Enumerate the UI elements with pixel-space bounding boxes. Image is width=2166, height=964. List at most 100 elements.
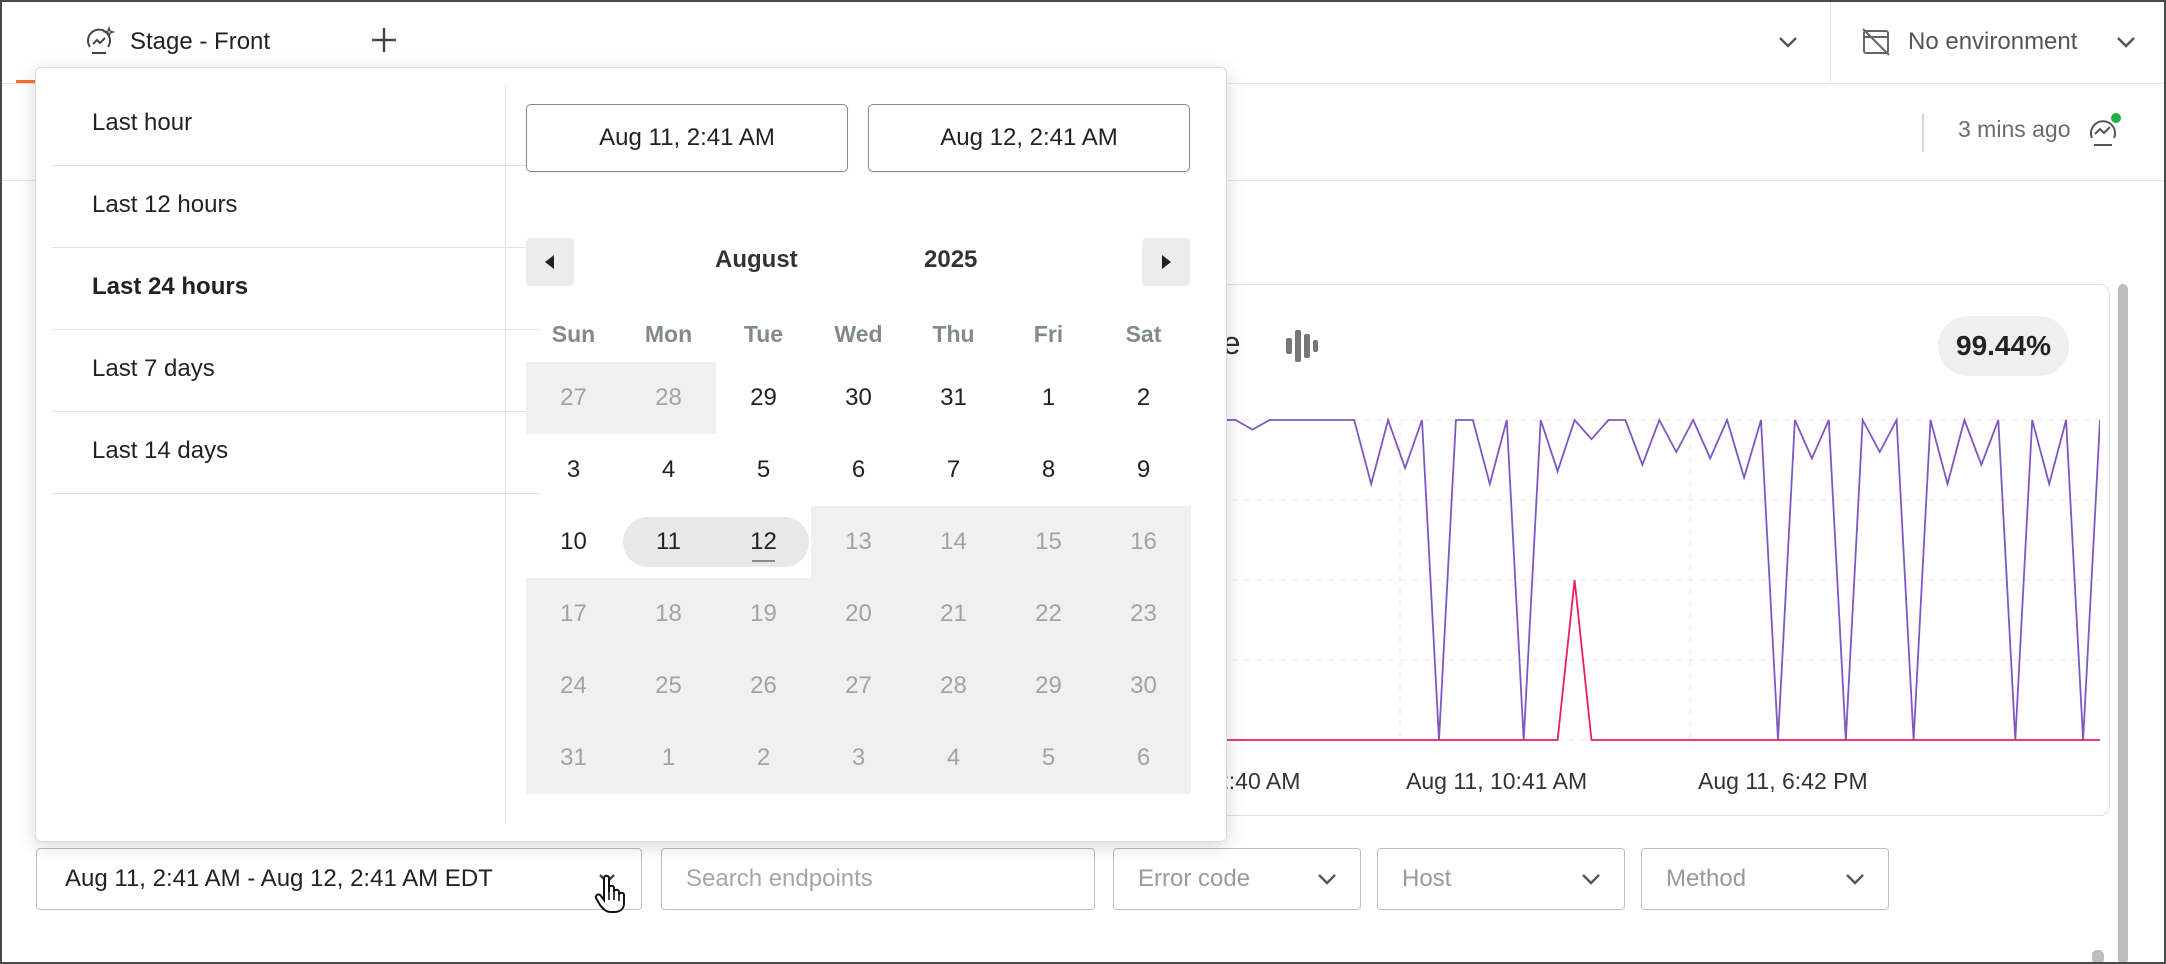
calendar-day-number: 9 [1136, 456, 1151, 483]
date-range-label: Aug 11, 2:41 AM - Aug 12, 2:41 AM EDT [65, 865, 493, 892]
calendar-day-number: 3 [851, 744, 866, 771]
tab-label: Stage - Front [130, 28, 271, 55]
calendar-day[interactable]: 31 [906, 362, 1001, 434]
environment-selector[interactable]: No environment [1860, 22, 2077, 62]
calendar-day-number: 29 [750, 384, 777, 411]
environment-label: No environment [1908, 28, 2078, 55]
calendar-day-number: 26 [750, 672, 777, 699]
weekday-label: Fri [1033, 321, 1064, 347]
calendar-day-number: 1 [661, 744, 676, 771]
calendar-day[interactable]: 12 [716, 506, 811, 578]
error-code-label: Error code [1138, 865, 1251, 892]
calendar-day: 14 [906, 506, 1001, 578]
calendar-day[interactable]: 8 [1001, 434, 1096, 506]
last-updated-label: 3 mins ago [1958, 116, 2071, 142]
date-range-selector[interactable]: Aug 11, 2:41 AM - Aug 12, 2:41 AM EDT [36, 848, 642, 910]
plus-icon[interactable] [366, 22, 402, 58]
calendar-day: 6 [1096, 722, 1191, 794]
calendar-day: 29 [1001, 650, 1096, 722]
calendar-day[interactable]: 6 [811, 434, 906, 506]
preset-last-12-hours[interactable]: Last 12 hours [52, 166, 540, 248]
calendar-day-number: 14 [940, 528, 967, 555]
monitor-status-icon[interactable] [2086, 112, 2122, 150]
calendar-day-number: 30 [845, 384, 872, 411]
month-label[interactable]: August [715, 246, 798, 274]
year-label[interactable]: 2025 [924, 246, 977, 274]
calendar-week: 17 18 19 20 21 22 23 [526, 578, 1191, 650]
calendar-day-number: 24 [560, 672, 587, 699]
x-tick-label: 2:40 AM [1216, 768, 1301, 794]
search-endpoints-input[interactable] [661, 848, 1095, 910]
calendar-day: 27 [811, 650, 906, 722]
calendar-day[interactable]: 11 [621, 506, 716, 578]
calendar-day[interactable]: 29 [716, 362, 811, 434]
calendar-day[interactable]: 9 [1096, 434, 1191, 506]
end-date-input[interactable]: Aug 12, 2:41 AM [868, 104, 1190, 172]
calendar-day-number: 31 [560, 744, 587, 771]
bar-chart-icon[interactable] [1284, 328, 1320, 364]
chevron-down-icon[interactable] [2114, 30, 2138, 54]
preset-last-7-days[interactable]: Last 7 days [52, 330, 540, 412]
preset-last-24-hours[interactable]: Last 24 hours [52, 248, 540, 330]
calendar-day[interactable]: 5 [716, 434, 811, 506]
scrollbar[interactable] [2092, 950, 2104, 964]
weekday-label: Sun [551, 321, 596, 347]
calendar-day: 30 [1096, 650, 1191, 722]
calendar-day[interactable]: 2 [1096, 362, 1191, 434]
scrollbar[interactable] [2118, 284, 2128, 964]
calendar-day-number: 13 [845, 528, 872, 555]
calendar-day[interactable]: 1 [1001, 362, 1096, 434]
calendar-day-number: 2 [756, 744, 771, 771]
calendar-day: 1 [621, 722, 716, 794]
calendar-day-number: 5 [1041, 744, 1056, 771]
percentage-badge: 99.44% [1938, 316, 2069, 376]
calendar-day-number: 20 [845, 600, 872, 627]
chevron-down-icon[interactable] [1776, 30, 1800, 54]
next-month-button[interactable] [1142, 238, 1190, 286]
calendar-day[interactable]: 3 [526, 434, 621, 506]
calendar-day-number: 4 [946, 744, 961, 771]
calendar-day: 27 [526, 362, 621, 434]
host-select[interactable]: Host [1377, 848, 1625, 910]
tab-stage-front[interactable]: Stage - Front [82, 20, 270, 64]
calendar-day: 21 [906, 578, 1001, 650]
preset-last-hour[interactable]: Last hour [52, 84, 540, 166]
error-code-select[interactable]: Error code [1113, 848, 1361, 910]
calendar-day-number: 4 [661, 456, 676, 483]
start-date-input[interactable]: Aug 11, 2:41 AM [526, 104, 848, 172]
preset-last-14-days[interactable]: Last 14 days [52, 412, 540, 494]
calendar-day-number: 16 [1130, 528, 1157, 555]
calendar-day: 3 [811, 722, 906, 794]
calendar-day-number: 23 [1130, 600, 1157, 627]
calendar-day[interactable]: 4 [621, 434, 716, 506]
calendar-day-number: 29 [1035, 672, 1062, 699]
calendar-days: 27 28 29 30 31 1 2 3 4 5 6 7 8 9 10 11 12 13 14 15 16 17 18 19 2… [526, 362, 1191, 794]
calendar-day: 17 [526, 578, 621, 650]
divider [505, 84, 506, 824]
calendar-day: 28 [906, 650, 1001, 722]
date-range-popover: Last hour Last 12 hours Last 24 hours La… [35, 67, 1227, 842]
today-indicator [752, 560, 775, 562]
calendar-day: 4 [906, 722, 1001, 794]
calendar-day[interactable]: 10 [526, 506, 621, 578]
calendar-day-number: 12 [750, 528, 777, 555]
calendar-day: 16 [1096, 506, 1191, 578]
chevron-down-icon [1318, 874, 1336, 885]
calendar-day-number: 25 [655, 672, 682, 699]
calendar-week: 3 4 5 6 7 8 9 [526, 434, 1191, 506]
calendar-day[interactable]: 30 [811, 362, 906, 434]
caret-right-icon [1162, 255, 1171, 269]
caret-left-icon [545, 255, 554, 269]
calendar-week: 27 28 29 30 31 1 2 [526, 362, 1191, 434]
weekday-label: Sat [1125, 321, 1162, 347]
calendar-day-number: 27 [845, 672, 872, 699]
calendar-week: 24 25 26 27 28 29 30 [526, 650, 1191, 722]
previous-month-button[interactable] [526, 238, 574, 286]
calendar-day: 2 [716, 722, 811, 794]
calendar-day: 28 [621, 362, 716, 434]
calendar-day-number: 3 [566, 456, 581, 483]
calendar-day-number: 21 [940, 600, 967, 627]
method-select[interactable]: Method [1641, 848, 1889, 910]
monitor-icon [87, 25, 116, 54]
calendar-day[interactable]: 7 [906, 434, 1001, 506]
